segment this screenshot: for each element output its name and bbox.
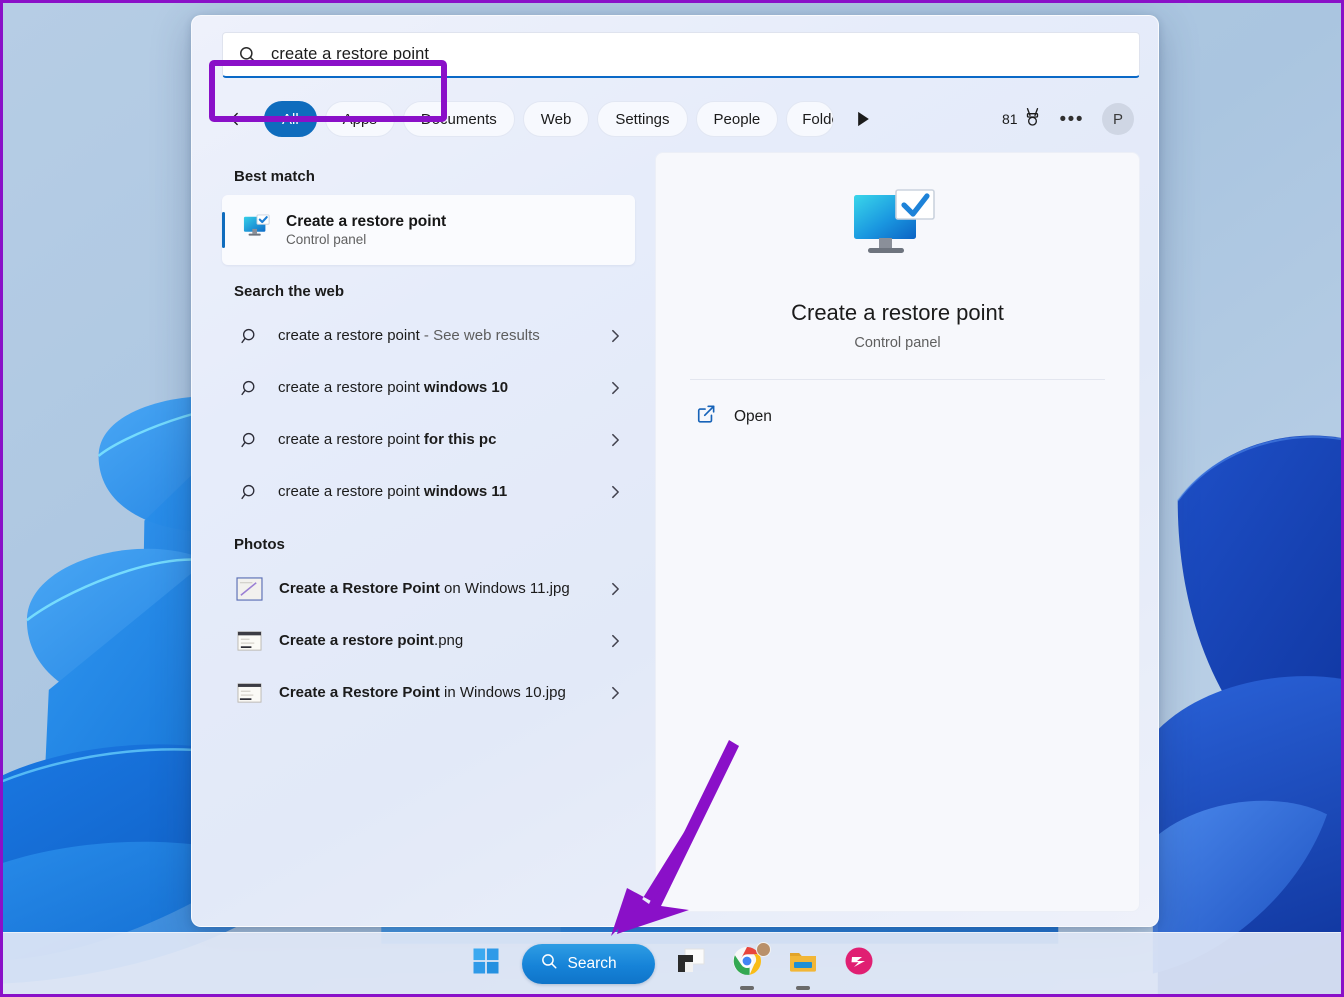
photo-name-bold: Create a Restore Point <box>279 580 440 597</box>
best-match-result[interactable]: Create a restore point Control panel <box>222 195 635 265</box>
web-result-label: create a restore point windows 11 <box>278 481 589 503</box>
photo-name-rest: in Windows 10.jpg <box>440 684 566 701</box>
rewards-badge[interactable]: 81 <box>1002 107 1042 132</box>
search-icon <box>237 45 257 65</box>
search-query-text: create a restore point <box>271 45 429 64</box>
photo-name-bold: Create a Restore Point <box>279 684 440 701</box>
pink-app-icon <box>845 947 873 980</box>
taskbar: Search <box>3 932 1341 994</box>
web-result-label: create a restore point - See web results <box>278 325 589 347</box>
web-result-suffix: for this pc <box>424 431 497 448</box>
chrome-button[interactable] <box>727 944 767 984</box>
photo-result-label: Create a Restore Point in Windows 10.jpg <box>279 682 589 704</box>
more-options-button[interactable]: ••• <box>1056 104 1088 134</box>
web-result-suffix: windows 10 <box>424 379 508 396</box>
web-result-prefix: create a restore point <box>278 483 424 500</box>
tab-apps[interactable]: Apps <box>325 101 395 137</box>
best-match-heading: Best match <box>234 168 635 185</box>
file-explorer-icon <box>788 948 818 979</box>
filter-tabs-row: All Apps Documents Web Settings People F… <box>192 88 1158 146</box>
running-indicator <box>740 986 754 990</box>
chevron-right-icon <box>605 685 625 701</box>
desktop: create a restore point All Apps Document… <box>0 0 1344 997</box>
photo-result-row[interactable]: Create a Restore Point in Windows 10.jpg <box>222 667 635 719</box>
pink-app-button[interactable] <box>839 944 879 984</box>
tab-web[interactable]: Web <box>523 101 590 137</box>
best-match-subtitle: Control panel <box>286 232 446 247</box>
taskbar-search-button[interactable]: Search <box>522 944 655 984</box>
avatar[interactable]: P <box>1102 103 1134 135</box>
web-result-row[interactable]: create a restore point for this pc <box>222 414 635 466</box>
task-view-button[interactable] <box>671 944 711 984</box>
search-box-row: create a restore point <box>192 16 1158 88</box>
web-result-row[interactable]: create a restore point windows 11 <box>222 466 635 518</box>
preview-title: Create a restore point <box>791 300 1004 326</box>
web-result-suffix: - See web results <box>420 327 540 344</box>
start-button[interactable] <box>466 944 506 984</box>
tab-settings[interactable]: Settings <box>597 101 687 137</box>
photo-result-label: Create a Restore Point on Windows 11.jpg <box>279 578 589 600</box>
photo-thumbnail-icon <box>236 577 263 601</box>
tab-documents[interactable]: Documents <box>403 101 515 137</box>
web-result-row[interactable]: create a restore point - See web results <box>222 310 635 362</box>
search-icon <box>236 427 262 453</box>
photo-result-row[interactable]: Create a Restore Point on Windows 11.jpg <box>222 563 635 615</box>
photo-name-rest: on Windows 11.jpg <box>440 580 570 597</box>
tab-folders[interactable]: Folders <box>786 101 834 137</box>
web-result-prefix: create a restore point <box>278 379 424 396</box>
web-result-row[interactable]: create a restore point windows 10 <box>222 362 635 414</box>
system-restore-icon <box>242 214 272 247</box>
chevron-right-icon <box>605 380 625 396</box>
web-result-label: create a restore point for this pc <box>278 429 589 451</box>
photos-heading: Photos <box>234 536 635 553</box>
windows-logo-icon <box>473 948 499 979</box>
rewards-medal-icon <box>1023 107 1042 132</box>
results-column: Best match <box>192 146 647 926</box>
photo-result-row[interactable]: Create a restore point.png <box>222 615 635 667</box>
photo-name-bold: Create a restore point <box>279 632 434 649</box>
web-result-suffix: windows 11 <box>424 483 507 500</box>
best-match-title: Create a restore point <box>286 213 446 231</box>
search-icon <box>236 375 262 401</box>
chevron-right-icon <box>605 328 625 344</box>
search-input[interactable]: create a restore point <box>222 32 1140 78</box>
search-icon <box>236 323 262 349</box>
open-action-button[interactable]: Open <box>690 390 1105 443</box>
file-explorer-button[interactable] <box>783 944 823 984</box>
best-match-text: Create a restore point Control panel <box>286 213 446 247</box>
running-indicator <box>796 986 810 990</box>
search-icon <box>540 952 558 975</box>
taskbar-search-label: Search <box>568 955 617 973</box>
preview-pane: Create a restore point Control panel Ope… <box>655 152 1140 912</box>
preview-divider <box>690 379 1105 380</box>
photo-thumbnail-icon <box>236 629 263 653</box>
play-arrow-icon[interactable] <box>848 104 878 134</box>
open-external-icon <box>696 404 716 429</box>
search-icon <box>236 479 262 505</box>
chevron-right-icon <box>605 633 625 649</box>
web-result-prefix: create a restore point <box>278 431 424 448</box>
chevron-right-icon <box>605 581 625 597</box>
open-action-label: Open <box>734 408 772 426</box>
tab-people[interactable]: People <box>696 101 779 137</box>
chevron-right-icon <box>605 484 625 500</box>
chrome-profile-avatar <box>756 942 771 957</box>
panel-body: Best match <box>192 146 1158 926</box>
search-web-heading: Search the web <box>234 283 635 300</box>
back-arrow-icon[interactable] <box>222 102 256 136</box>
tabs-right-cluster: 81 ••• P <box>1002 103 1142 135</box>
photo-name-rest: .png <box>434 632 463 649</box>
rewards-count: 81 <box>1002 111 1018 127</box>
system-restore-large-icon <box>850 189 946 272</box>
photo-result-label: Create a restore point.png <box>279 630 589 652</box>
preview-subtitle: Control panel <box>854 335 940 351</box>
chevron-right-icon <box>605 432 625 448</box>
photo-thumbnail-icon <box>236 681 263 705</box>
web-result-label: create a restore point windows 10 <box>278 377 589 399</box>
task-view-icon <box>676 947 706 980</box>
tab-all[interactable]: All <box>264 101 317 137</box>
search-flyout-panel: create a restore point All Apps Document… <box>191 15 1159 927</box>
web-result-prefix: create a restore point <box>278 327 420 344</box>
